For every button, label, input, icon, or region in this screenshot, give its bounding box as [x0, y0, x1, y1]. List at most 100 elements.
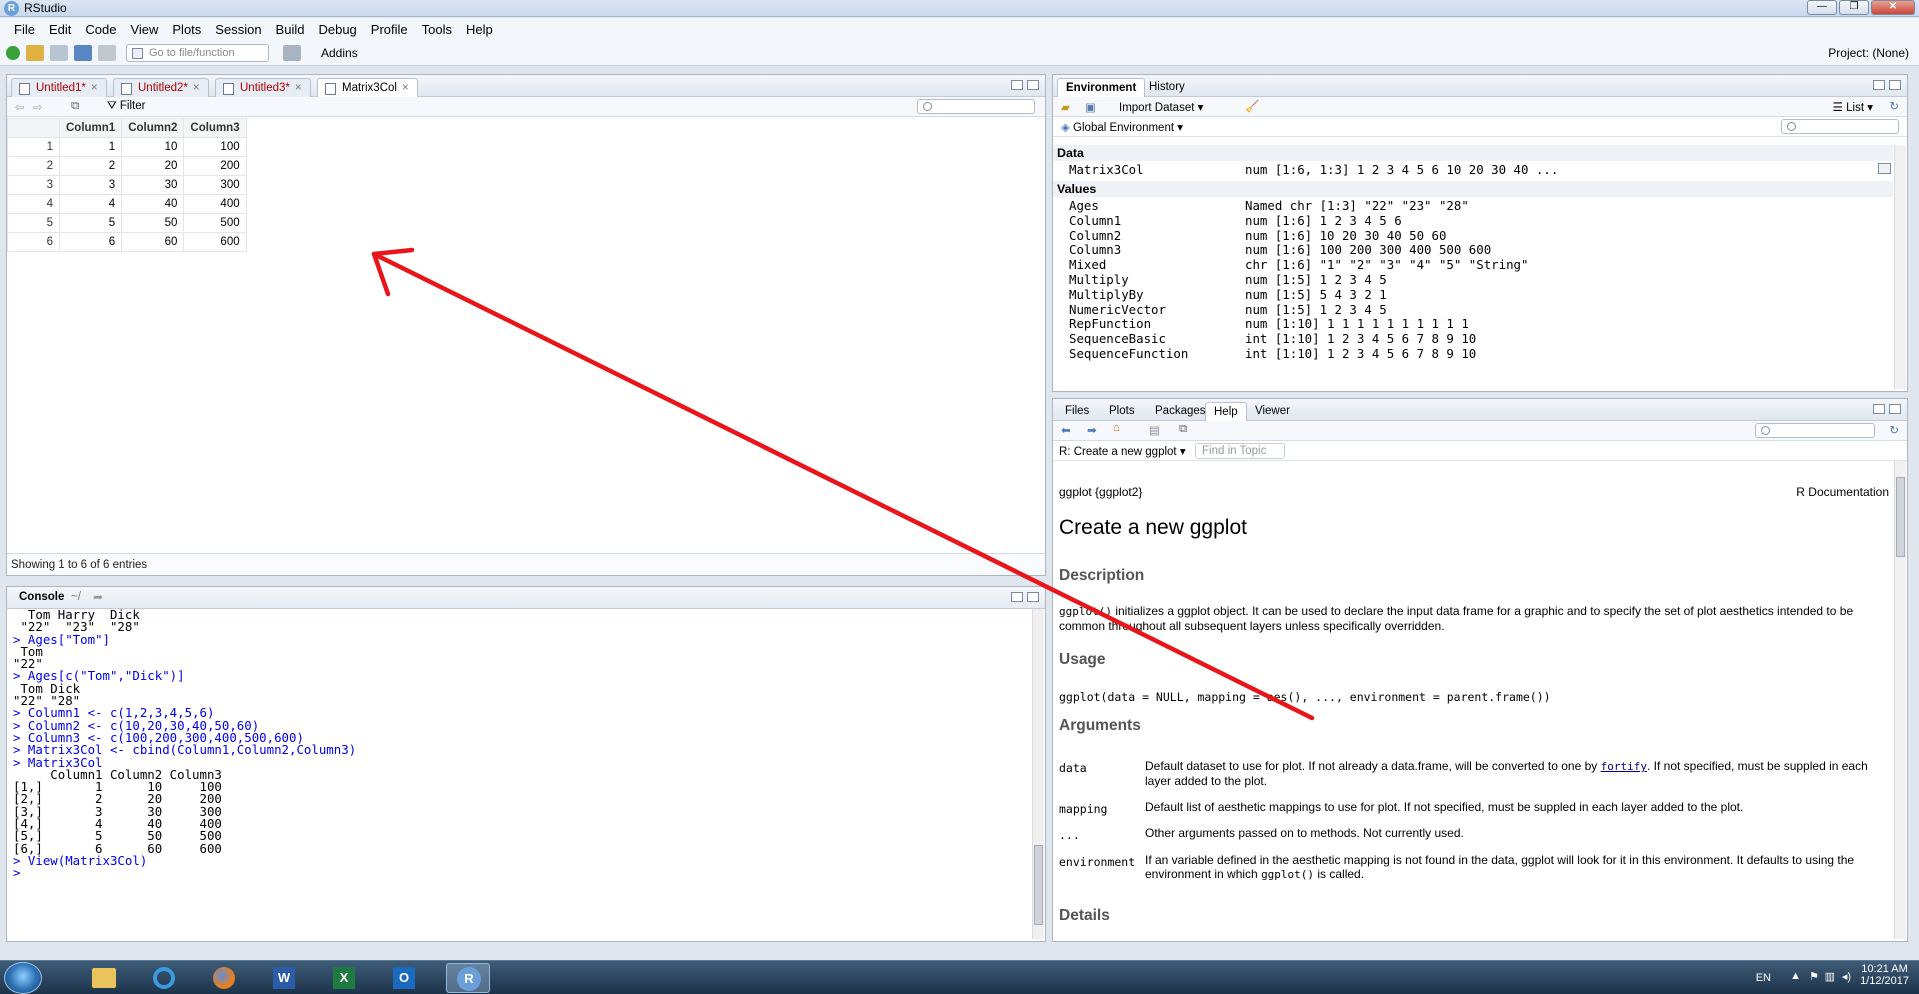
back-arrow-icon[interactable]: ⬅	[1061, 423, 1071, 437]
excel-icon[interactable]: X	[322, 963, 366, 993]
list-view-button[interactable]: ☰ List ▾	[1833, 100, 1873, 114]
console-scrollbar[interactable]	[1032, 609, 1044, 939]
language-indicator[interactable]: EN	[1756, 972, 1771, 984]
menu-tools[interactable]: Tools	[415, 22, 459, 37]
print-icon[interactable]: ▤	[1149, 423, 1160, 437]
close-button[interactable]: ✕	[1871, 0, 1915, 15]
console-output[interactable]: Tom Harry Dick "22" "23" "28" > Ages["To…	[13, 608, 1029, 880]
project-menu[interactable]: Project: (None)	[1828, 46, 1909, 60]
close-tab-icon[interactable]: ×	[193, 82, 200, 94]
filter-button[interactable]: ⛛ Filter	[107, 100, 145, 113]
env-data-row[interactable]: Matrix3Col num [1:6, 1:3] 1 2 3 4 5 6 10 …	[1055, 162, 1893, 177]
flag-icon[interactable]: ⚑	[1809, 970, 1819, 983]
env-value-row[interactable]: SequenceFunction int [1:10] 1 2 3 4 5 6 7…	[1055, 346, 1893, 361]
minimize-pane-button[interactable]	[1873, 80, 1885, 90]
help-search-input[interactable]	[1755, 423, 1875, 438]
popout-icon[interactable]: ⧉	[1179, 423, 1187, 436]
tab-matrix3col[interactable]: Matrix3Col ×	[317, 78, 418, 97]
env-value-row[interactable]: Multiply num [1:5] 1 2 3 4 5	[1055, 272, 1893, 287]
tab-files[interactable]: Files	[1057, 402, 1097, 421]
menu-edit[interactable]: Edit	[42, 22, 78, 37]
column-header[interactable]: Column2	[121, 118, 185, 138]
help-scrollbar[interactable]	[1894, 461, 1906, 939]
go-to-file-input[interactable]: Go to file/function	[126, 43, 269, 62]
internet-explorer-icon[interactable]	[142, 963, 186, 993]
scrollbar-thumb[interactable]	[1896, 477, 1905, 557]
tab-untitled2[interactable]: Untitled2* ×	[113, 78, 209, 97]
menu-debug[interactable]: Debug	[311, 22, 363, 37]
menu-code[interactable]: Code	[78, 22, 123, 37]
find-in-topic-input[interactable]: Find in Topic	[1195, 443, 1285, 459]
minimize-pane-button[interactable]	[1011, 80, 1023, 90]
go-to-directory-icon[interactable]: ➦	[93, 590, 103, 604]
start-button[interactable]	[4, 962, 42, 994]
minimize-pane-button[interactable]	[1873, 404, 1885, 414]
close-tab-icon[interactable]: ×	[91, 82, 98, 94]
env-value-row[interactable]: Column2 num [1:6] 10 20 30 40 50 60	[1055, 228, 1893, 243]
home-icon[interactable]: ⌂	[1113, 422, 1120, 434]
column-header[interactable]: Column1	[58, 118, 123, 138]
refresh-icon[interactable]: ↻	[1889, 423, 1899, 437]
rstudio-taskbar-icon[interactable]: R	[446, 963, 490, 993]
clear-broom-icon[interactable]: 🧹	[1245, 99, 1259, 113]
save-icon[interactable]	[50, 44, 68, 61]
menu-profile[interactable]: Profile	[364, 22, 415, 37]
tab-viewer[interactable]: Viewer	[1247, 402, 1298, 421]
column-header[interactable]: Column3	[183, 118, 247, 138]
forward-arrow-icon[interactable]: ➡	[1087, 423, 1097, 437]
maximize-button[interactable]: ❐	[1839, 0, 1869, 15]
tab-untitled1[interactable]: Untitled1* ×	[11, 78, 107, 97]
popout-icon[interactable]: ⧉	[71, 100, 79, 113]
minimize-button[interactable]: —	[1807, 0, 1837, 15]
import-dataset-button[interactable]: Import Dataset ▾	[1119, 100, 1203, 114]
menu-file[interactable]: File	[7, 22, 42, 37]
load-workspace-icon[interactable]: ▰	[1061, 100, 1070, 114]
firefox-icon[interactable]	[202, 963, 246, 993]
minimize-pane-button[interactable]	[1011, 592, 1023, 602]
outlook-icon[interactable]: O	[382, 963, 426, 993]
tab-history[interactable]: History	[1141, 78, 1193, 97]
tab-environment[interactable]: Environment	[1057, 78, 1146, 97]
tab-plots[interactable]: Plots	[1101, 402, 1143, 421]
environment-search-input[interactable]	[1781, 119, 1899, 134]
env-value-row[interactable]: Column1 num [1:6] 1 2 3 4 5 6	[1055, 213, 1893, 228]
env-value-row[interactable]: NumericVector num [1:5] 1 2 3 4 5	[1055, 302, 1893, 317]
global-environment-select[interactable]: ◈ Global Environment ▾	[1061, 120, 1183, 134]
column-header[interactable]	[7, 118, 60, 138]
addins-button[interactable]: Addins	[321, 46, 358, 60]
menu-plots[interactable]: Plots	[165, 22, 208, 37]
scrollbar-thumb[interactable]	[1034, 845, 1043, 925]
refresh-icon[interactable]: ↻	[1889, 99, 1899, 113]
tray-expand-icon[interactable]: ▲	[1790, 970, 1801, 982]
file-explorer-icon[interactable]	[82, 963, 126, 993]
env-value-row[interactable]: Ages Named chr [1:3] "22" "23" "28"	[1055, 198, 1893, 213]
tab-untitled3[interactable]: Untitled3* ×	[215, 78, 311, 97]
maximize-pane-button[interactable]	[1889, 80, 1901, 90]
tab-packages[interactable]: Packages	[1147, 402, 1214, 421]
view-table-icon[interactable]	[1878, 163, 1891, 174]
menu-session[interactable]: Session	[208, 22, 268, 37]
topic-select[interactable]: R: Create a new ggplot ▾	[1059, 444, 1186, 458]
save-all-icon[interactable]	[74, 44, 92, 61]
env-value-row[interactable]: Mixed chr [1:6] "1" "2" "3" "4" "5" "Stri…	[1055, 257, 1893, 272]
env-value-row[interactable]: SequenceBasic int [1:10] 1 2 3 4 5 6 7 8 …	[1055, 331, 1893, 346]
network-icon[interactable]: ▥	[1825, 970, 1835, 983]
volume-icon[interactable]: ◂)	[1842, 970, 1851, 983]
menu-view[interactable]: View	[123, 22, 165, 37]
fortify-link[interactable]: fortify	[1601, 760, 1647, 773]
maximize-pane-button[interactable]	[1027, 80, 1039, 90]
print-icon[interactable]	[98, 44, 116, 61]
maximize-pane-button[interactable]	[1027, 592, 1039, 602]
env-value-row[interactable]: MultiplyBy num [1:5] 5 4 3 2 1	[1055, 287, 1893, 302]
open-file-icon[interactable]	[26, 44, 44, 61]
data-search-input[interactable]	[917, 99, 1035, 114]
forward-arrow-icon[interactable]: ⇨	[33, 100, 43, 114]
word-icon[interactable]: W	[262, 963, 306, 993]
env-value-row[interactable]: Column3 num [1:6] 100 200 300 400 500 600	[1055, 242, 1893, 257]
tab-help[interactable]: Help	[1205, 402, 1247, 421]
maximize-pane-button[interactable]	[1889, 404, 1901, 414]
env-value-row[interactable]: RepFunction num [1:10] 1 1 1 1 1 1 1 1 1 …	[1055, 316, 1893, 331]
workspace-panes-icon[interactable]	[283, 44, 301, 61]
environment-scrollbar[interactable]	[1894, 145, 1906, 389]
close-tab-icon[interactable]: ×	[295, 82, 302, 94]
